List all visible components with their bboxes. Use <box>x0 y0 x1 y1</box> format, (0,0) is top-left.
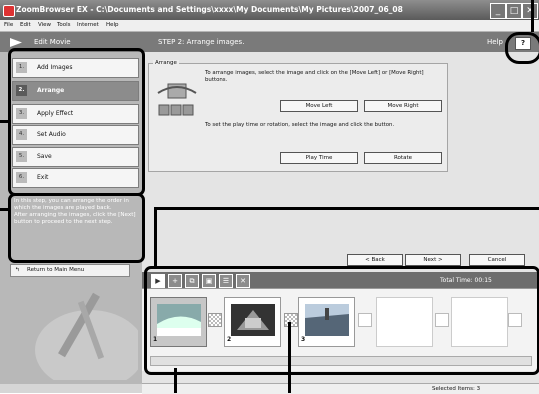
callout-pointer <box>154 207 539 210</box>
menu-tools[interactable]: Tools <box>57 20 71 31</box>
movie-icon <box>10 38 22 47</box>
cancel-button[interactable]: Cancel <box>469 254 525 266</box>
title-bar: ZoomBrowser EX - C:\Documents and Settin… <box>0 0 539 20</box>
rotate-button[interactable]: Rotate <box>364 152 442 164</box>
menu-help[interactable]: Help <box>106 20 119 31</box>
return-icon: ↰ <box>15 267 20 273</box>
callout-pointer <box>174 368 177 393</box>
callout-pointer <box>0 120 8 123</box>
menu-view[interactable]: View <box>38 20 51 31</box>
arrange-group-label: Arrange <box>153 60 179 66</box>
window-title: ZoomBrowser EX - C:\Documents and Settin… <box>16 5 403 14</box>
return-main-menu-button[interactable]: ↰ Return to Main Menu <box>10 264 130 277</box>
callout-help-button <box>505 32 539 64</box>
back-button[interactable]: < Back <box>347 254 403 266</box>
play-time-button[interactable]: Play Time <box>280 152 358 164</box>
return-label: Return to Main Menu <box>27 267 85 273</box>
callout-pointer <box>154 207 157 267</box>
menu-internet[interactable]: Internet <box>77 20 99 31</box>
app-icon <box>3 5 15 17</box>
step-title: STEP 2: Arrange images. <box>158 38 245 46</box>
menu-file[interactable]: File <box>4 20 13 31</box>
arrange-icon <box>157 83 197 116</box>
callout-pointer <box>288 322 291 393</box>
playtime-instruction: To set the play time or rotation, select… <box>205 122 395 128</box>
callout-pointer <box>0 208 8 211</box>
callout-strip <box>144 266 539 375</box>
close-icon[interactable]: ✕ <box>522 3 538 19</box>
minimize-icon[interactable]: _ <box>490 3 506 19</box>
maximize-icon[interactable]: □ <box>506 3 522 19</box>
status-bar: Selected Items: 3 <box>142 383 539 394</box>
help-label: Help <box>487 38 503 46</box>
move-left-button[interactable]: Move Left <box>280 100 358 112</box>
arrange-instruction: To arrange images, select the image and … <box>205 70 424 83</box>
menu-edit[interactable]: Edit <box>20 20 31 31</box>
menu-bar: File Edit View Tools Internet Help <box>0 20 539 32</box>
callout-pointer <box>531 0 534 32</box>
callout-help <box>8 193 145 263</box>
decorative-artwork <box>35 292 138 380</box>
move-right-button[interactable]: Move Right <box>364 100 442 112</box>
callout-steps <box>8 48 145 196</box>
next-button[interactable]: Next > <box>405 254 461 266</box>
step-header: STEP 2: Arrange images. Help <box>142 32 539 52</box>
